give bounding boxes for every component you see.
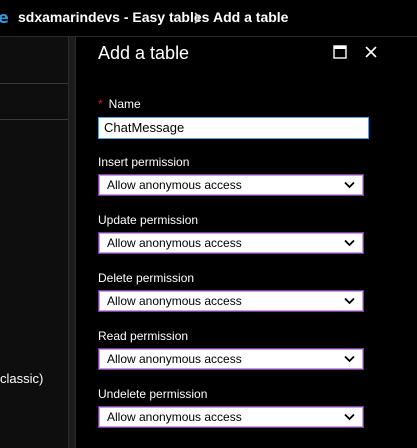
row-divider <box>0 119 68 120</box>
update-permission-label: Update permission <box>98 213 199 227</box>
breadcrumb-item-easy-tables[interactable]: sdxamarindevs - Easy tables <box>18 9 209 25</box>
blade-title: Add a table <box>98 43 190 63</box>
chevron-down-icon <box>344 297 355 305</box>
add-table-blade: Add a table * Name Insert permission Allo… <box>76 37 417 448</box>
partial-text: classic) <box>0 371 44 386</box>
delete-permission-label: Delete permission <box>98 271 195 285</box>
undelete-permission-value: Allow anonymous access <box>107 410 242 424</box>
update-permission-value: Allow anonymous access <box>107 236 242 250</box>
undelete-permission-label: Undelete permission <box>98 387 208 401</box>
update-permission-select[interactable]: Allow anonymous access <box>98 232 364 254</box>
breadcrumb-item-add-table: Add a table <box>213 9 289 25</box>
chevron-down-icon <box>344 181 355 189</box>
background-blade: classic) <box>0 37 68 448</box>
close-icon[interactable] <box>363 44 379 60</box>
name-label: * Name <box>98 97 141 111</box>
blade-divider[interactable] <box>68 37 76 448</box>
insert-permission-value: Allow anonymous access <box>107 178 242 192</box>
read-permission-select[interactable]: Allow anonymous access <box>98 348 364 370</box>
chevron-down-icon <box>344 239 355 247</box>
name-label-text: Name <box>108 97 141 111</box>
table-name-input[interactable] <box>98 117 369 139</box>
chevron-down-icon <box>344 355 355 363</box>
read-permission-label: Read permission <box>98 329 189 343</box>
read-permission-value: Allow anonymous access <box>107 352 242 366</box>
delete-permission-select[interactable]: Allow anonymous access <box>98 290 364 312</box>
chevron-right-icon <box>194 12 202 24</box>
undelete-permission-select[interactable]: Allow anonymous access <box>98 406 364 428</box>
breadcrumb-edge-text: e <box>0 8 9 27</box>
insert-permission-label: Insert permission <box>98 155 190 169</box>
chevron-down-icon <box>344 413 355 421</box>
breadcrumb: e sdxamarindevs - Easy tables Add a tabl… <box>0 0 417 37</box>
delete-permission-value: Allow anonymous access <box>107 294 242 308</box>
row-divider <box>0 83 68 84</box>
maximize-icon[interactable] <box>333 45 347 59</box>
insert-permission-select[interactable]: Allow anonymous access <box>98 174 364 196</box>
required-marker: * <box>98 97 103 111</box>
